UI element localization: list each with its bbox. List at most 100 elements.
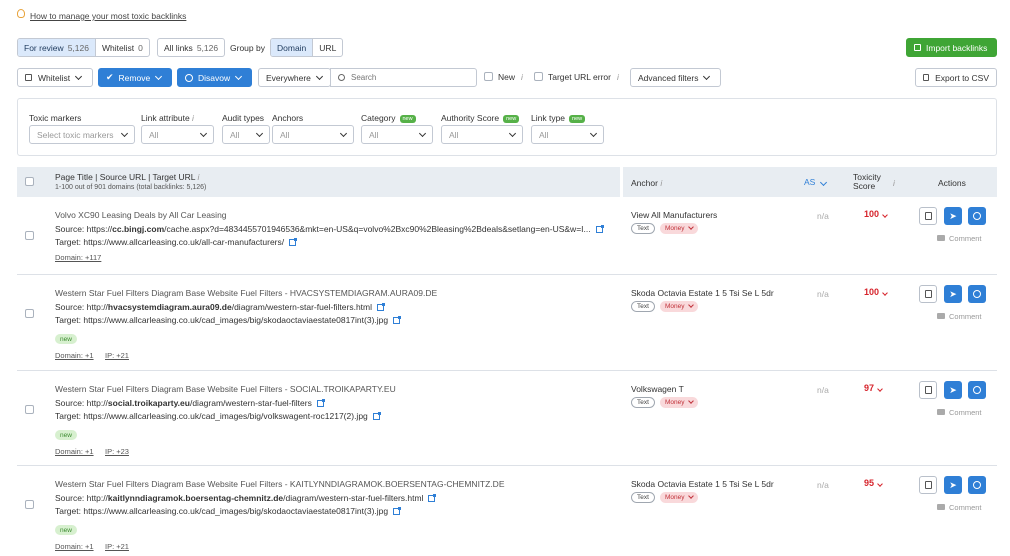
comment-button[interactable]: Comment (937, 408, 982, 417)
row-target[interactable]: Target: https://www.allcarleasing.co.uk/… (55, 506, 402, 516)
anchor-text: Skoda Octavia Estate 1 5 Tsi Se L 5dr (631, 479, 774, 489)
link-attribute-select[interactable]: All (141, 125, 214, 144)
row-source[interactable]: Source: http://kaitlynndiagramok.boersen… (55, 493, 437, 503)
anchors-select[interactable]: All (272, 125, 354, 144)
send-icon: ➤ (949, 288, 957, 299)
text-tag: Text (631, 397, 655, 408)
whitelist-button[interactable]: Whitelist (17, 68, 93, 87)
import-backlinks-button[interactable]: Import backlinks (906, 38, 997, 57)
col-actions-header: Actions (938, 178, 966, 188)
external-link-icon (595, 225, 604, 233)
col-anchor-header[interactable]: Anchor i (631, 178, 662, 188)
col-toxicity-header[interactable]: Toxicity Score (853, 173, 893, 191)
row-source[interactable]: Source: http://social.troikaparty.eu/dia… (55, 398, 325, 408)
lightbulb-icon (17, 9, 25, 18)
all-links-tab[interactable]: All links 5,126 (157, 38, 226, 57)
disavow-action-button[interactable] (968, 476, 986, 494)
new-checkbox[interactable] (484, 72, 493, 81)
authority-score-select[interactable]: All (441, 125, 523, 144)
search-field[interactable] (330, 68, 477, 87)
edit-action-button[interactable] (919, 476, 937, 494)
new-badge: new (503, 115, 520, 123)
remove-button[interactable]: ✔ Remove (98, 68, 172, 87)
disavow-action-button[interactable] (968, 285, 986, 303)
category-select[interactable]: All (361, 125, 433, 144)
edit-action-button[interactable] (919, 285, 937, 303)
domain-link[interactable]: Domain: +1 (55, 447, 94, 456)
ip-link[interactable]: IP: +21 (105, 542, 129, 551)
row-target[interactable]: Target: https://www.allcarleasing.co.uk/… (55, 237, 298, 247)
comment-icon (937, 409, 945, 415)
document-icon (924, 290, 932, 298)
remove-action-button[interactable]: ➤ (944, 285, 962, 303)
toxicity-info-icon: i (893, 178, 895, 188)
disavow-action-button[interactable] (968, 207, 986, 225)
row-target[interactable]: Target: https://www.allcarleasing.co.uk/… (55, 315, 402, 325)
toxicity-score[interactable]: 100 (864, 287, 888, 297)
row-source[interactable]: Source: http://hvacsystemdiagram.aura09.… (55, 302, 386, 312)
anchors-label: Anchors (272, 113, 304, 123)
send-icon: ➤ (949, 479, 957, 490)
toxicity-score[interactable]: 100 (864, 209, 888, 219)
table-summary: 1-100 out of 901 domains (total backlink… (55, 184, 207, 191)
link-type-select[interactable]: All (531, 125, 604, 144)
scope-select[interactable]: Everywhere (258, 68, 331, 87)
comment-button[interactable]: Comment (937, 503, 982, 512)
anchor-text: Skoda Octavia Estate 1 5 Tsi Se L 5dr (631, 288, 774, 298)
external-link-icon (316, 399, 325, 407)
row-source[interactable]: Source: https://cc.bingj.com/cache.aspx?… (55, 224, 604, 234)
row-title: Western Star Fuel Filters Diagram Base W… (55, 384, 396, 394)
select-all-checkbox[interactable] (25, 177, 34, 186)
row-title: Western Star Fuel Filters Diagram Base W… (55, 288, 438, 298)
row-checkbox[interactable] (25, 309, 34, 318)
tab-for-review[interactable]: For review 5,126 (18, 39, 96, 56)
audit-types-select[interactable]: All (222, 125, 270, 144)
domain-link[interactable]: Domain: +117 (55, 253, 101, 262)
document-icon (924, 481, 932, 489)
disavow-button[interactable]: Disavow (177, 68, 252, 87)
domain-link[interactable]: Domain: +1 (55, 351, 94, 360)
block-icon (973, 481, 981, 489)
disavow-action-button[interactable] (968, 381, 986, 399)
advanced-filters-button[interactable]: Advanced filters (630, 68, 721, 87)
row-target[interactable]: Target: https://www.allcarleasing.co.uk/… (55, 411, 381, 421)
remove-action-button[interactable]: ➤ (944, 207, 962, 225)
tab-whitelist[interactable]: Whitelist 0 (96, 39, 149, 56)
ip-link[interactable]: IP: +23 (105, 447, 129, 456)
money-tag[interactable]: Money (660, 301, 698, 312)
col-page-header[interactable]: Page Title | Source URL | Target URL i (55, 172, 199, 182)
remove-action-button[interactable]: ➤ (944, 381, 962, 399)
remove-action-button[interactable]: ➤ (944, 476, 962, 494)
toxic-markers-select[interactable]: Select toxic markers (29, 125, 135, 144)
money-tag[interactable]: Money (660, 397, 698, 408)
money-tag[interactable]: Money (660, 492, 698, 503)
export-csv-button[interactable]: Export to CSV (915, 68, 997, 87)
link-attribute-info-icon: i (192, 113, 194, 123)
comment-button[interactable]: Comment (937, 234, 982, 243)
document-icon (924, 212, 932, 220)
help-link[interactable]: How to manage your most toxic backlinks (30, 11, 186, 21)
row-checkbox[interactable] (25, 500, 34, 509)
table-row (17, 197, 997, 275)
row-checkbox[interactable] (25, 231, 34, 240)
group-by-url[interactable]: URL (313, 39, 342, 56)
block-icon (973, 212, 981, 220)
group-by-domain[interactable]: Domain (271, 39, 314, 56)
new-badge: new (569, 115, 586, 123)
target-error-checkbox[interactable] (534, 72, 543, 81)
edit-action-button[interactable] (919, 207, 937, 225)
domain-link[interactable]: Domain: +1 (55, 542, 94, 551)
ip-link[interactable]: IP: +21 (105, 351, 129, 360)
money-tag[interactable]: Money (660, 223, 698, 234)
col-as-header[interactable]: AS (804, 177, 828, 187)
as-value: n/a (817, 211, 829, 221)
edit-action-button[interactable] (919, 381, 937, 399)
row-checkbox[interactable] (25, 405, 34, 414)
comment-button[interactable]: Comment (937, 312, 982, 321)
anchor-text: View All Manufacturers (631, 210, 718, 220)
search-input[interactable] (351, 73, 461, 82)
toxicity-score[interactable]: 97 (864, 383, 883, 393)
new-tag: new (55, 525, 77, 535)
new-badge: new (399, 115, 416, 123)
toxicity-score[interactable]: 95 (864, 478, 883, 488)
